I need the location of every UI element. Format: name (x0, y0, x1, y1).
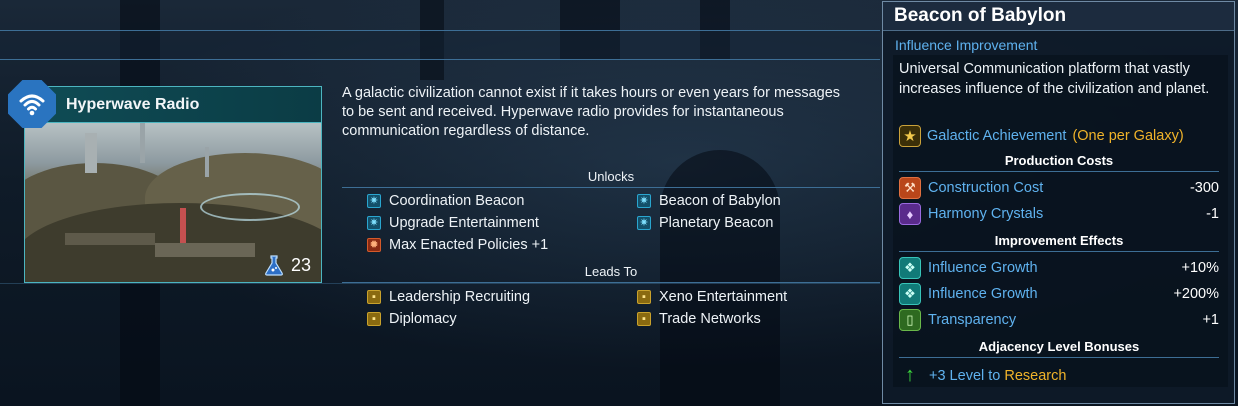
unlock-label: Beacon of Babylon (659, 193, 781, 209)
improvement-icon: ✷ (367, 216, 381, 230)
tech-name: Hyperwave Radio (25, 87, 321, 123)
influence-icon: ❖ (899, 283, 921, 305)
effect-label: Influence Growth (928, 286, 1038, 302)
research-flask-icon (265, 255, 283, 276)
influence-icon: ❖ (899, 257, 921, 279)
divider (0, 283, 880, 284)
unlock-item[interactable]: ✷ Coordination Beacon (367, 193, 524, 209)
arrow-up-icon: ↑ (905, 364, 915, 386)
unlock-item[interactable]: ✹ Max Enacted Policies +1 (367, 237, 548, 253)
leads-to-item[interactable]: ▪ Trade Networks (637, 311, 761, 327)
unlock-label: Planetary Beacon (659, 215, 774, 231)
improvement-icon: ✷ (637, 216, 651, 230)
leads-to-label: Trade Networks (659, 311, 761, 327)
tech-tree-icon: ▪ (367, 290, 381, 304)
tooltip-description: Universal Communication platform that va… (899, 61, 1210, 97)
effect-value: +1 (1202, 312, 1219, 328)
production-row: ⚒ Construction Cost -300 (899, 176, 1219, 200)
unlocks-title: Unlocks (342, 169, 880, 188)
achievement-label: Galactic Achievement (927, 128, 1067, 144)
adjacency-value: +3 Level to (929, 367, 1001, 384)
unlock-item[interactable]: ✷ Planetary Beacon (637, 215, 773, 231)
tooltip-title: Beacon of Babylon (883, 2, 1234, 31)
effect-row: ❖ Influence Growth +200% (899, 282, 1219, 306)
crystal-icon: ♦ (899, 203, 921, 225)
improvement-effects-title: Improvement Effects (899, 233, 1219, 252)
tech-tree-icon: ▪ (637, 290, 651, 304)
production-value: -1 (1206, 206, 1219, 222)
production-value: -300 (1189, 180, 1219, 196)
achievement-note: (One per Galaxy) (1072, 128, 1184, 144)
leads-to-item[interactable]: ▪ Xeno Entertainment (637, 289, 787, 305)
hammer-icon: ⚒ (899, 177, 921, 199)
unlock-label: Upgrade Entertainment (389, 215, 539, 231)
leads-to-label: Xeno Entertainment (659, 289, 788, 305)
unlock-item[interactable]: ✷ Upgrade Entertainment (367, 215, 539, 231)
leads-to-label: Leadership Recruiting (389, 289, 531, 305)
effect-value: +200% (1173, 286, 1219, 302)
policy-icon: ✹ (367, 238, 381, 252)
effect-label: Transparency (928, 312, 1017, 328)
tech-description: A galactic civilization cannot exist if … (342, 85, 841, 139)
unlock-item[interactable]: ✷ Beacon of Babylon (637, 193, 781, 209)
effect-row: ▯ Transparency +1 (899, 308, 1219, 332)
adjacency-title: Adjacency Level Bonuses (899, 339, 1219, 358)
tech-tree-icon: ▪ (367, 312, 381, 326)
tooltip-panel: Beacon of Babylon Influence Improvement … (882, 1, 1235, 404)
improvement-icon: ✷ (637, 194, 651, 208)
unlock-label: Max Enacted Policies +1 (389, 237, 549, 253)
adjacency-target: Research (1004, 367, 1067, 384)
star-icon: ★ (899, 125, 921, 147)
adjacency-row: ↑ +3 Level to Research (899, 364, 1066, 387)
leads-to-label: Diplomacy (389, 311, 457, 327)
production-costs-title: Production Costs (899, 153, 1219, 172)
leads-to-item[interactable]: ▪ Diplomacy (367, 311, 457, 327)
tech-card[interactable]: Hyperwave Radio 23 (24, 86, 322, 283)
research-cost-value: 23 (290, 254, 311, 275)
improvement-icon: ✷ (367, 194, 381, 208)
production-label: Harmony Crystals (928, 206, 1044, 222)
tooltip-subtitle: Influence Improvement (895, 37, 1038, 53)
unlock-label: Coordination Beacon (389, 193, 525, 209)
tech-tree-icon: ▪ (637, 312, 651, 326)
effect-label: Influence Growth (928, 260, 1038, 276)
header-bar (0, 30, 880, 60)
production-row: ♦ Harmony Crystals -1 (899, 202, 1219, 226)
production-label: Construction Cost (928, 180, 1044, 196)
leads-to-title: Leads To (342, 264, 880, 283)
effect-value: +10% (1181, 260, 1220, 276)
effect-row: ❖ Influence Growth +10% (899, 256, 1219, 280)
research-cost: 23 (263, 254, 311, 276)
leads-to-item[interactable]: ▪ Leadership Recruiting (367, 289, 530, 305)
transparency-icon: ▯ (899, 309, 921, 331)
achievement-row: ★ Galactic Achievement (One per Galaxy) (899, 125, 1184, 147)
